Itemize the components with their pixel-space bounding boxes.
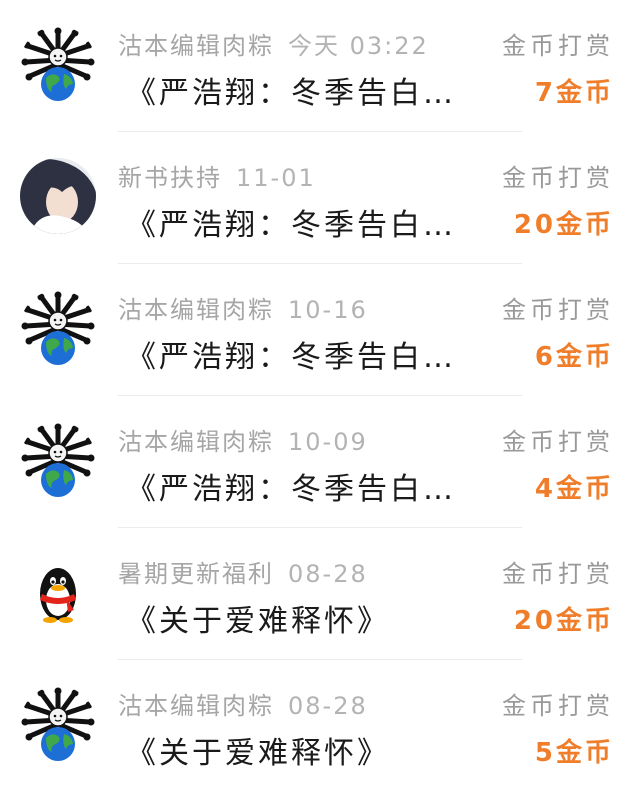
globe-cat-avatar-image <box>20 686 96 762</box>
book-title[interactable]: 《严浩翔：冬季告白… <box>126 464 456 508</box>
reward-amount: 20金币 <box>513 606 614 636</box>
timestamp: 08-28 <box>288 692 368 720</box>
book-title[interactable]: 《关于爱难释怀》 <box>126 728 390 772</box>
author-name[interactable]: 沽本编辑肉粽 <box>118 32 274 60</box>
reward-item[interactable]: 沽本编辑肉粽 今天 03:22 《严浩翔：冬季告白… 金币打赏 7金币 <box>0 0 640 132</box>
author-name[interactable]: 沽本编辑肉粽 <box>118 692 274 720</box>
item-meta: 暑期更新福利 08-28 <box>118 554 368 589</box>
globe-cat-avatar[interactable] <box>20 290 96 366</box>
reward-item[interactable]: 沽本编辑肉粽 10-16 《严浩翔：冬季告白… 金币打赏 6金币 <box>0 264 640 396</box>
reward-label: 金币打赏 <box>502 428 614 456</box>
timestamp: 08-28 <box>288 560 368 588</box>
timestamp: 10-09 <box>288 428 368 456</box>
reward-amount: 6金币 <box>534 342 614 372</box>
reward-amount: 5金币 <box>534 738 614 768</box>
book-title[interactable]: 《严浩翔：冬季告白… <box>126 200 456 244</box>
item-meta: 沽本编辑肉粽 08-28 <box>118 686 368 721</box>
item-meta: 沽本编辑肉粽 10-09 <box>118 422 368 457</box>
reward-amount: 7金币 <box>534 78 614 108</box>
globe-cat-avatar-image <box>20 422 96 498</box>
penguin-avatar-image <box>20 554 96 630</box>
globe-cat-avatar[interactable] <box>20 422 96 498</box>
reward-item[interactable]: 暑期更新福利 08-28 《关于爱难释怀》 金币打赏 20金币 <box>0 528 640 660</box>
item-meta: 新书扶持 11-01 <box>118 158 316 193</box>
reward-item[interactable]: 沽本编辑肉粽 10-09 《严浩翔：冬季告白… 金币打赏 4金币 <box>0 396 640 528</box>
author-name[interactable]: 沽本编辑肉粽 <box>118 296 274 324</box>
book-title[interactable]: 《关于爱难释怀》 <box>126 596 390 640</box>
book-title[interactable]: 《严浩翔：冬季告白… <box>126 332 456 376</box>
reward-label: 金币打赏 <box>502 164 614 192</box>
reward-amount: 4金币 <box>534 474 614 504</box>
reward-amount: 20金币 <box>513 210 614 240</box>
timestamp: 今天 03:22 <box>288 32 429 60</box>
penguin-avatar[interactable] <box>20 554 96 630</box>
timestamp: 11-01 <box>236 164 316 192</box>
globe-cat-avatar[interactable] <box>20 686 96 762</box>
reward-item[interactable]: 新书扶持 11-01 《严浩翔：冬季告白… 金币打赏 20金币 <box>0 132 640 264</box>
reward-label: 金币打赏 <box>502 32 614 60</box>
reward-label: 金币打赏 <box>502 296 614 324</box>
author-name[interactable]: 沽本编辑肉粽 <box>118 428 274 456</box>
item-meta: 沽本编辑肉粽 今天 03:22 <box>118 26 429 61</box>
author-name[interactable]: 暑期更新福利 <box>118 560 274 588</box>
reward-label: 金币打赏 <box>502 560 614 588</box>
globe-cat-avatar-image <box>20 290 96 366</box>
globe-cat-avatar-image <box>20 26 96 102</box>
item-meta: 沽本编辑肉粽 10-16 <box>118 290 368 325</box>
portrait-avatar[interactable] <box>20 158 96 234</box>
author-name[interactable]: 新书扶持 <box>118 164 222 192</box>
globe-cat-avatar[interactable] <box>20 26 96 102</box>
reward-list: 沽本编辑肉粽 今天 03:22 《严浩翔：冬季告白… 金币打赏 7金币 新书扶持 1… <box>0 0 640 782</box>
reward-label: 金币打赏 <box>502 692 614 720</box>
book-title[interactable]: 《严浩翔：冬季告白… <box>126 68 456 112</box>
timestamp: 10-16 <box>288 296 368 324</box>
reward-item[interactable]: 沽本编辑肉粽 08-28 《关于爱难释怀》 金币打赏 5金币 <box>0 660 640 792</box>
portrait-avatar-image <box>20 158 96 234</box>
